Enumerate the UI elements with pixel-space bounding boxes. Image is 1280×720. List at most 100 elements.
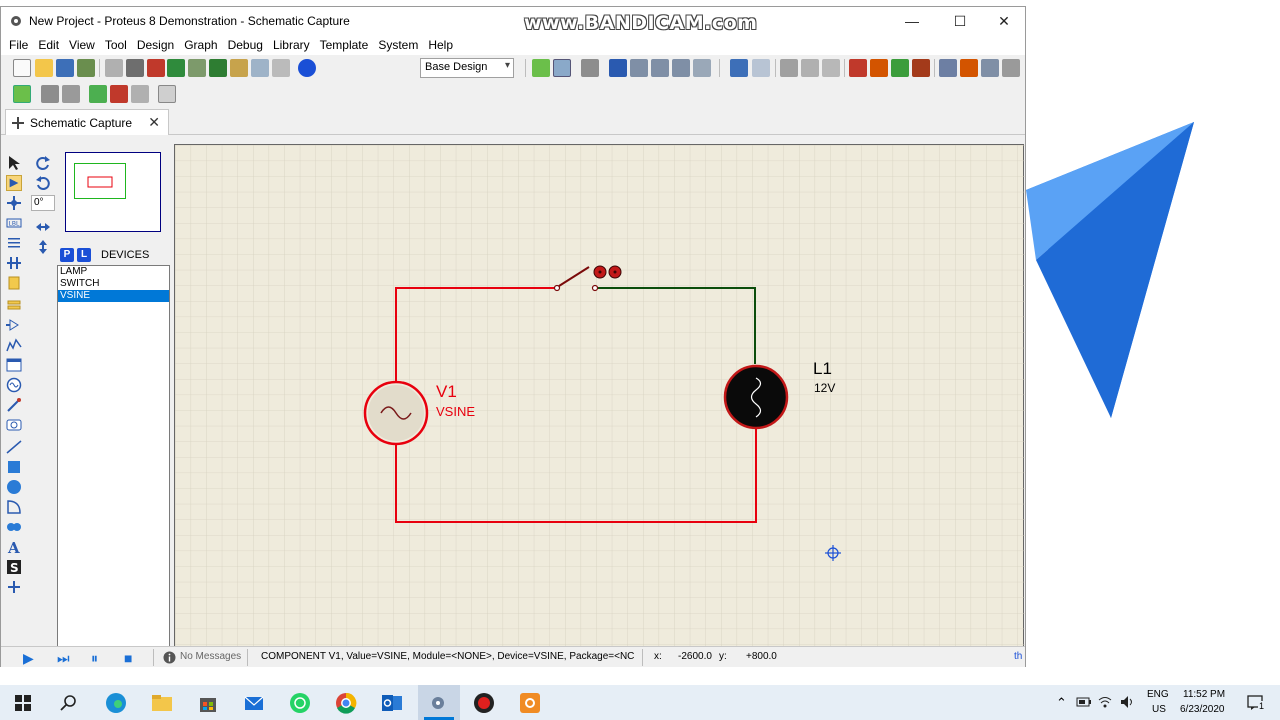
copy-icon[interactable] bbox=[801, 59, 819, 77]
pcb-icon[interactable] bbox=[147, 59, 165, 77]
whatsapp-icon[interactable] bbox=[289, 692, 311, 714]
packaging-tool-icon[interactable] bbox=[981, 59, 999, 77]
virtual-instruments-icon[interactable] bbox=[6, 417, 22, 433]
tape-recorder-icon[interactable] bbox=[6, 357, 22, 373]
box-draw-icon[interactable] bbox=[6, 459, 22, 475]
text-draw-icon[interactable]: A bbox=[6, 539, 22, 555]
circle-draw-icon[interactable] bbox=[6, 479, 22, 495]
junction-dot-icon[interactable] bbox=[6, 195, 22, 211]
exit-to-parent-icon[interactable] bbox=[131, 85, 149, 103]
3d-viewer-icon[interactable] bbox=[188, 59, 206, 77]
save-icon[interactable] bbox=[56, 59, 74, 77]
zoom-in-icon[interactable] bbox=[630, 59, 648, 77]
menu-debug[interactable]: Debug bbox=[223, 38, 268, 52]
grid-toggle-icon[interactable] bbox=[553, 59, 571, 77]
pick-from-library-button[interactable]: P bbox=[60, 248, 74, 262]
rotation-angle-field[interactable]: 0° bbox=[31, 195, 55, 211]
stop-icon[interactable]: ■ bbox=[124, 650, 132, 666]
component-mode-icon[interactable] bbox=[6, 175, 22, 191]
zoom-out-icon[interactable] bbox=[651, 59, 669, 77]
new-file-icon[interactable] bbox=[13, 59, 31, 77]
block-move-icon[interactable] bbox=[870, 59, 888, 77]
menu-library[interactable]: Library bbox=[268, 38, 315, 52]
subcircuit-icon[interactable] bbox=[6, 275, 22, 291]
menu-graph[interactable]: Graph bbox=[179, 38, 222, 52]
tab-schematic-capture[interactable]: Schematic Capture ✕ bbox=[5, 109, 169, 135]
graph-mode-icon[interactable] bbox=[6, 337, 22, 353]
block-delete-icon[interactable] bbox=[912, 59, 930, 77]
wire-autorouter-icon[interactable] bbox=[13, 85, 31, 103]
schematic-icon[interactable] bbox=[126, 59, 144, 77]
schematic-canvas[interactable]: V1 VSINE L1 12V bbox=[174, 144, 1025, 649]
units-indicator[interactable]: th bbox=[1014, 651, 1022, 662]
menu-help[interactable]: Help bbox=[423, 38, 458, 52]
mirror-horizontal-icon[interactable] bbox=[35, 219, 51, 235]
line-draw-icon[interactable] bbox=[6, 439, 22, 455]
arc-draw-icon[interactable] bbox=[6, 499, 22, 515]
new-sheet-icon[interactable] bbox=[89, 85, 107, 103]
buses-icon[interactable] bbox=[6, 255, 22, 271]
menu-system[interactable]: System bbox=[373, 38, 423, 52]
windows-start-icon[interactable] bbox=[12, 692, 34, 714]
wire-label-icon[interactable]: LBL bbox=[6, 215, 22, 231]
open-folder-icon[interactable] bbox=[35, 59, 53, 77]
symbol-draw-icon[interactable]: S bbox=[6, 559, 22, 575]
clock-date[interactable]: 6/23/2020 bbox=[1180, 704, 1225, 715]
menu-edit[interactable]: Edit bbox=[33, 38, 64, 52]
bandicam-record-icon[interactable] bbox=[473, 692, 495, 714]
property-assignment-icon[interactable] bbox=[62, 85, 80, 103]
store-icon[interactable] bbox=[197, 692, 219, 714]
refresh-icon[interactable] bbox=[532, 59, 550, 77]
battery-icon[interactable] bbox=[1076, 696, 1092, 708]
outlook-icon[interactable] bbox=[381, 692, 403, 714]
rotate-clockwise-icon[interactable] bbox=[35, 155, 51, 171]
design-explorer-icon[interactable] bbox=[230, 59, 248, 77]
show-hidden-icons-icon[interactable]: ⌃ bbox=[1056, 695, 1067, 711]
chrome-icon[interactable] bbox=[335, 692, 357, 714]
proteus-taskbar-icon[interactable] bbox=[427, 692, 449, 714]
info-icon[interactable] bbox=[163, 651, 176, 664]
file-explorer-icon[interactable] bbox=[151, 692, 173, 714]
menu-tool[interactable]: Tool bbox=[100, 38, 132, 52]
library-manager-button[interactable]: L bbox=[77, 248, 91, 262]
import-icon[interactable] bbox=[77, 59, 95, 77]
home-icon[interactable] bbox=[105, 59, 123, 77]
remove-sheet-icon[interactable] bbox=[110, 85, 128, 103]
block-rotate-icon[interactable] bbox=[891, 59, 909, 77]
decompose-icon[interactable] bbox=[1002, 59, 1020, 77]
pick-device-icon[interactable] bbox=[939, 59, 957, 77]
pause-icon[interactable]: ⏸ bbox=[91, 650, 98, 667]
menu-view[interactable]: View bbox=[64, 38, 100, 52]
selection-mode-icon[interactable] bbox=[6, 155, 22, 171]
minimize-button[interactable]: — bbox=[889, 7, 935, 35]
maximize-button[interactable]: ☐ bbox=[937, 7, 983, 35]
cut-icon[interactable] bbox=[780, 59, 798, 77]
design-select[interactable]: Base Design ▾ bbox=[420, 58, 514, 78]
pan-icon[interactable] bbox=[609, 59, 627, 77]
origin-icon[interactable] bbox=[581, 59, 599, 77]
rotate-anticlockwise-icon[interactable] bbox=[35, 175, 51, 191]
mirror-vertical-icon[interactable] bbox=[35, 239, 51, 255]
mail-icon[interactable] bbox=[243, 692, 265, 714]
play-icon[interactable]: ▶ bbox=[23, 650, 34, 667]
search-icon[interactable] bbox=[41, 85, 59, 103]
zoom-area-icon[interactable] bbox=[693, 59, 711, 77]
messages-status[interactable]: No Messages bbox=[180, 651, 241, 662]
vsine-source-v1[interactable] bbox=[363, 380, 429, 446]
voltage-probe-icon[interactable] bbox=[6, 397, 22, 413]
bom-icon[interactable] bbox=[209, 59, 227, 77]
zoom-all-icon[interactable] bbox=[672, 59, 690, 77]
volume-icon[interactable] bbox=[1120, 695, 1136, 709]
list-item[interactable]: LAMP bbox=[58, 266, 169, 278]
menu-file[interactable]: File bbox=[4, 38, 33, 52]
marker-draw-icon[interactable] bbox=[6, 579, 22, 595]
language-indicator-bottom[interactable]: US bbox=[1152, 704, 1166, 715]
list-item-selected[interactable]: VSINE bbox=[58, 290, 169, 302]
text-script-icon[interactable] bbox=[6, 235, 22, 251]
overview-window[interactable] bbox=[65, 152, 161, 232]
bandicut-icon[interactable] bbox=[519, 692, 541, 714]
device-pins-icon[interactable] bbox=[6, 317, 22, 333]
list-item[interactable]: SWITCH bbox=[58, 278, 169, 290]
paste-icon[interactable] bbox=[822, 59, 840, 77]
menu-template[interactable]: Template bbox=[315, 38, 374, 52]
